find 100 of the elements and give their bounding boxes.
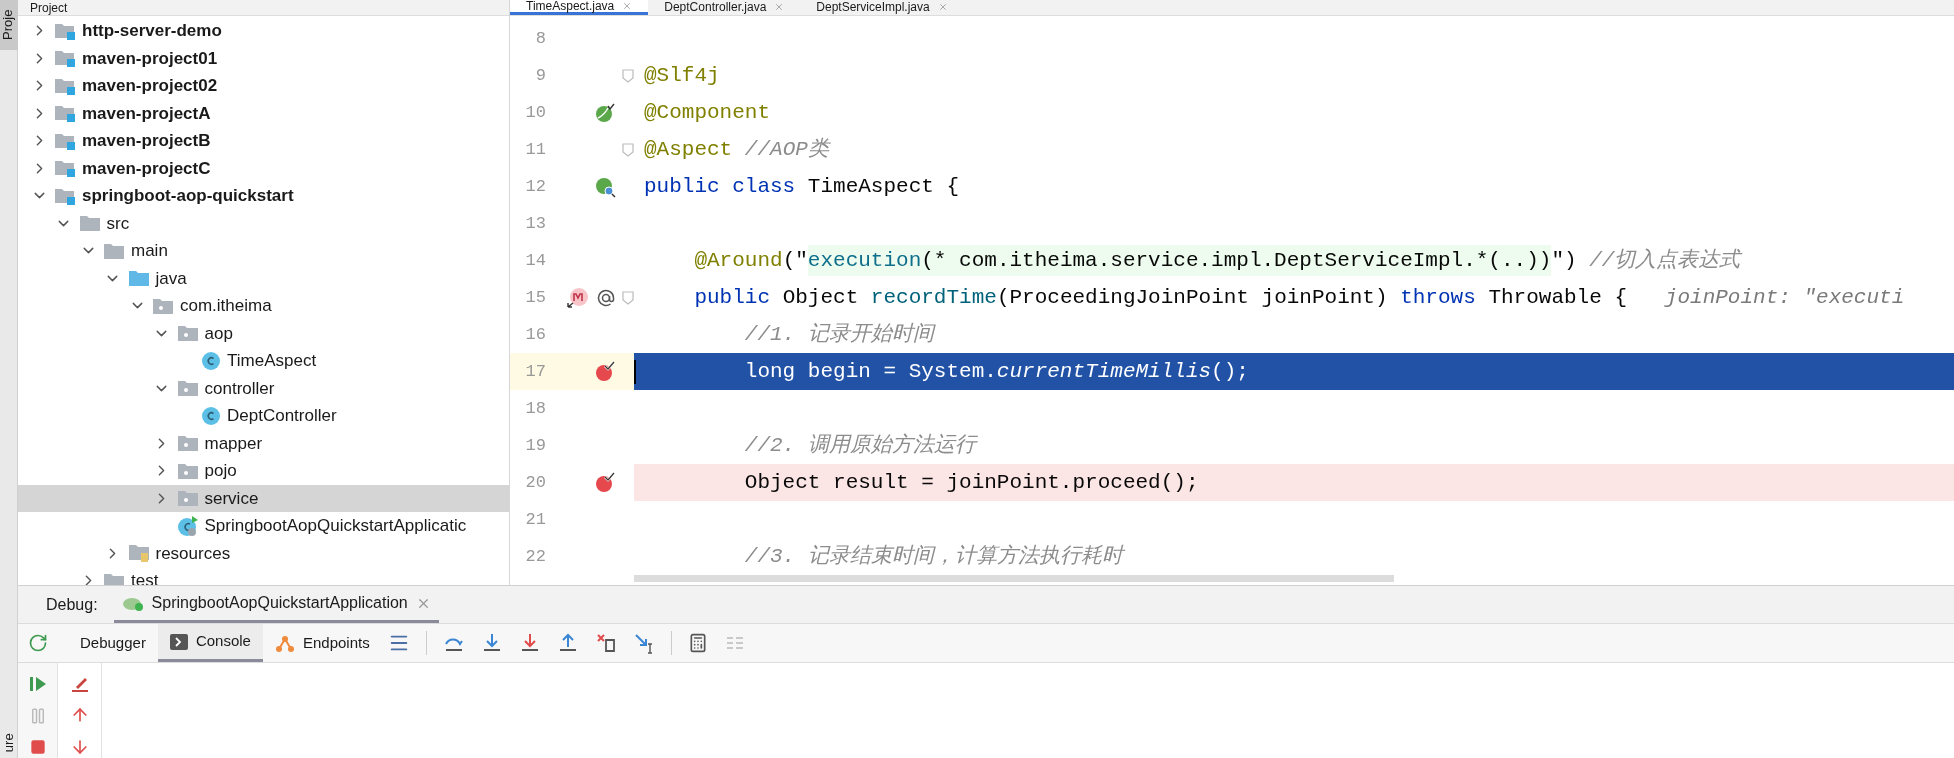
module-folder-icon [54,158,76,179]
tree-item[interactable]: service [18,484,509,512]
code-line: @Around("execution(* com.itheima.service.impl.DeptServiceImpl.*(..))") //切入点表达式 [634,242,1954,279]
spring-bean-icon[interactable] [594,101,616,124]
fold-marker-icon[interactable] [622,142,634,157]
code-line: //1. 记录开始时间 [743,321,937,348]
line-number: 13 [524,212,546,235]
package-icon [152,296,174,315]
package-icon [176,324,199,343]
folder-icon [127,269,150,288]
horizontal-scrollbar[interactable] [634,575,1394,582]
tree-item[interactable]: maven-projectC [18,154,509,182]
code-line: //3. 记录结束时间，计算方法执行耗时 [634,538,1954,575]
debug-tab[interactable]: Debugger [68,624,158,662]
editor-tab[interactable]: DeptController.java [648,0,801,15]
tree-item-label: mapper [204,432,263,455]
package-icon [176,489,199,508]
tree-item[interactable]: controller [18,374,509,402]
clear-icon[interactable] [69,675,90,693]
module-folder-icon [54,103,76,124]
line-number: 15 [524,286,546,309]
package-icon [176,379,199,398]
tree-item-label: aop [204,322,233,345]
breakpoint-icon[interactable] [594,360,616,383]
tree-item-label: service [204,487,259,510]
tree-item[interactable]: SpringbootAopQuickstartApplicatic [18,512,509,540]
tree-item[interactable]: main [18,237,509,265]
tree-item[interactable]: maven-projectB [18,127,509,155]
resources-folder-icon [127,543,150,564]
line-number: 22 [524,545,546,568]
tree-item-label: maven-projectA [82,102,211,125]
debug-label: Debug: [46,594,98,615]
line-number: 17 [524,360,546,383]
code-line: @Slf4j [643,62,721,89]
folder-icon [103,241,125,260]
fold-marker-icon[interactable] [622,290,634,305]
code-line: @Component [643,99,772,126]
tree-item-label: maven-projectC [82,157,211,180]
editor-tab[interactable]: TimeAspect.java [510,0,649,15]
console-icon [169,633,188,650]
line-number: 14 [524,249,546,272]
line-number: 18 [524,397,546,420]
tree-item[interactable]: java [18,264,509,292]
line-number: 10 [524,101,546,124]
code-line: //2. 调用原始方法运行 [743,432,979,459]
tree-item-label: maven-project01 [82,47,218,70]
tree-item[interactable]: com.itheima [18,292,509,320]
tree-item[interactable]: springboot-aop-quickstart [18,182,509,210]
debug-tab[interactable]: Endpoints [262,624,382,662]
method-icon[interactable] [566,285,590,310]
editor-tab[interactable]: DeptServiceImpl.java [800,0,964,15]
line-number: 8 [534,27,546,50]
tree-item[interactable]: maven-projectA [18,99,509,127]
code-line: public Object recordTime(ProceedingJoinPoint joinPoint) throws Throwable { joinPoint: "executi [693,284,1906,311]
tree-item[interactable]: mapper [18,429,509,457]
tree-item[interactable]: src [18,209,509,237]
tree-item-label: pojo [204,460,237,482]
endpoints-icon [274,634,295,652]
tree-item-label: SpringbootAopQuickstartApplicatic [204,515,467,537]
module-folder-icon [54,48,76,69]
side-tab-label[interactable]: ure [0,733,19,753]
rerun-icon[interactable] [28,633,48,653]
tree-item-label: springboot-aop-quickstart [82,185,294,207]
line-number: 9 [534,64,546,87]
line-number: 19 [524,434,546,457]
fold-marker-icon[interactable] [622,68,634,83]
panel-title[interactable]: Project [30,1,68,14]
debug-tab[interactable]: Console [157,624,263,662]
tree-item-label: TimeAspect [227,350,317,372]
tree-item-label: controller [204,377,275,400]
run-to-cursor-icon[interactable] [632,632,655,654]
tree-item-label: maven-projectB [82,130,211,152]
tree-item[interactable]: aop [18,319,509,347]
resume-icon[interactable] [28,675,47,693]
tree-item[interactable]: http-server-demo [18,17,509,45]
drop-frame-icon[interactable] [594,632,617,654]
tree-item[interactable]: DeptController [18,402,509,430]
package-icon [176,434,199,453]
line-number: 16 [524,323,546,346]
tree-item[interactable]: resources [18,539,509,567]
tree-item-label: DeptController [227,405,337,427]
stop-icon[interactable] [29,739,46,755]
annotation-icon[interactable] [596,287,616,308]
code-line: @Aspect //AOP类 [643,136,832,163]
line-number: 20 [524,471,546,494]
tree-item[interactable]: maven-project01 [18,44,509,72]
tree-item[interactable]: maven-project02 [18,72,509,100]
tree-item-label: maven-project02 [82,75,218,97]
line-number: 21 [524,508,546,531]
folder-icon [78,214,101,233]
spring-app-icon [176,514,199,537]
tree-item[interactable]: TimeAspect [18,347,509,375]
tree-item-label: java [155,267,187,290]
spring-bean-icon[interactable] [594,175,616,198]
class-icon [201,405,221,426]
line-number: 11 [524,138,546,161]
tree-item-label: src [106,212,130,235]
tree-item-label: main [131,240,168,262]
tree-item[interactable]: pojo [18,457,509,485]
breakpoint-icon[interactable] [594,471,616,494]
